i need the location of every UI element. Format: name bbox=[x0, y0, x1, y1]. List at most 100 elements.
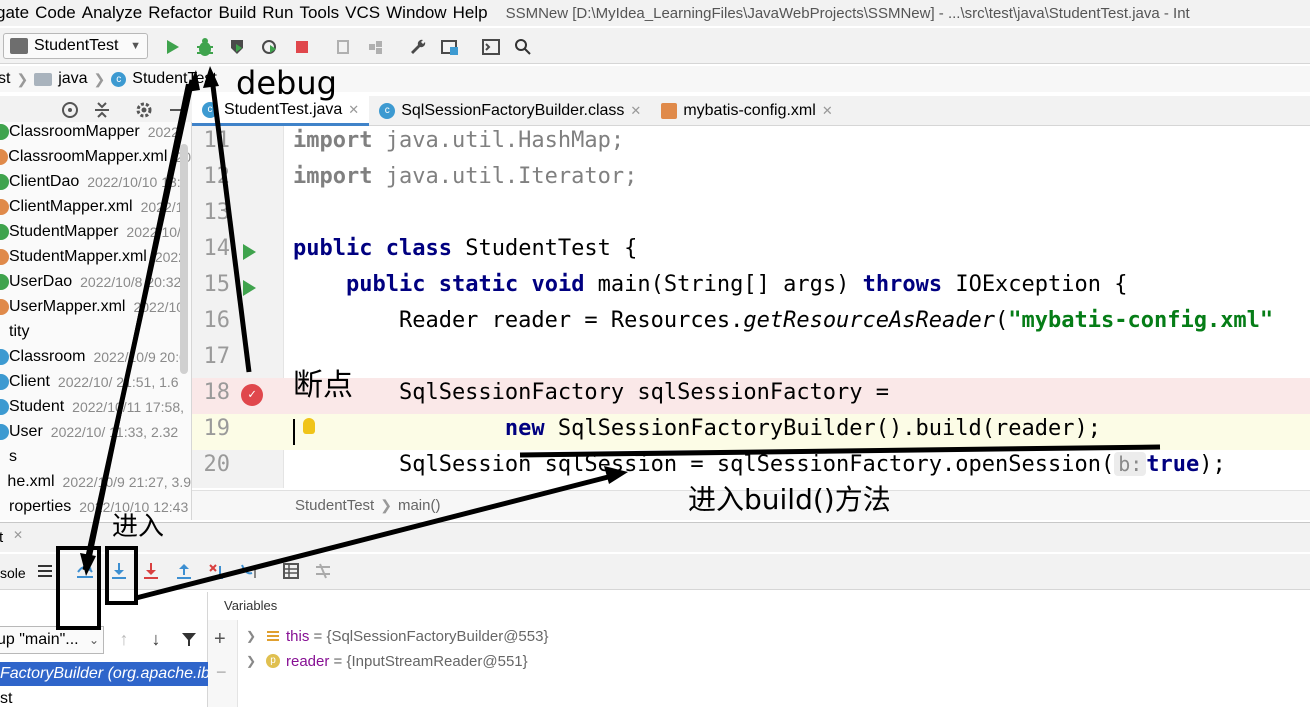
code-editor[interactable]: 11 import java.util.HashMap; 12 import j… bbox=[192, 126, 1310, 488]
arrow-down-icon[interactable]: ↓ bbox=[145, 628, 167, 650]
stop-icon[interactable] bbox=[292, 37, 312, 57]
menu-tools[interactable]: Tools bbox=[295, 3, 345, 23]
code-line[interactable]: 11 import java.util.HashMap; bbox=[192, 126, 1310, 162]
run-icon[interactable] bbox=[163, 37, 183, 57]
tree-item[interactable]: StudentMapper.xml 2022 bbox=[0, 244, 191, 269]
frame-row[interactable]: FactoryBuilder (org.apache.ib bbox=[0, 662, 208, 686]
menu-build[interactable]: Build bbox=[214, 3, 262, 23]
expand-arrow-icon[interactable]: ❯ bbox=[246, 629, 266, 643]
tree-item[interactable]: ClassroomMapper.xml20 bbox=[0, 144, 191, 169]
tree-item-name: Classroom bbox=[9, 347, 86, 365]
step-into-icon[interactable] bbox=[108, 560, 130, 582]
code-token: java.util.HashMap; bbox=[372, 128, 625, 153]
close-icon[interactable]: ✕ bbox=[630, 103, 641, 119]
tree-item[interactable]: ClientMapper.xml 2022/1 bbox=[0, 194, 191, 219]
run-config-select[interactable]: StudentTest ▼ bbox=[3, 33, 148, 59]
tree-item[interactable]: s bbox=[0, 444, 191, 469]
editor-crumb-class[interactable]: StudentTest bbox=[295, 497, 374, 514]
tree-item[interactable]: User 2022/10/ 11:33, 2.32 bbox=[0, 419, 191, 444]
tree-item[interactable]: he.xml 2022/10/9 21:27, 3.9 bbox=[0, 469, 191, 494]
step-over-icon[interactable] bbox=[74, 560, 96, 582]
terminal-icon[interactable] bbox=[481, 37, 501, 57]
menu-analyze[interactable]: Analyze bbox=[78, 3, 148, 23]
chevron-right-icon: ❯ bbox=[16, 70, 29, 87]
force-step-into-icon[interactable] bbox=[140, 560, 162, 582]
trace-stream-icon[interactable] bbox=[312, 560, 334, 582]
menu-navigate[interactable]: gate bbox=[0, 3, 35, 23]
thread-select[interactable]: up "main"... ⌄ bbox=[0, 626, 104, 654]
tree-item[interactable]: tity bbox=[0, 319, 191, 344]
tree-item[interactable]: ClassroomMapper 2022/ bbox=[0, 122, 191, 144]
code-line[interactable]: 13 bbox=[192, 198, 1310, 234]
project-structure-icon[interactable] bbox=[440, 37, 460, 57]
minimize-icon[interactable] bbox=[166, 100, 186, 120]
arrow-up-icon[interactable]: ↑ bbox=[113, 628, 135, 650]
menu-help[interactable]: Help bbox=[449, 3, 494, 23]
settings-wrench-icon[interactable] bbox=[408, 37, 428, 57]
run-gutter-icon[interactable] bbox=[243, 280, 256, 296]
variable-row[interactable]: ❯ this = {SqlSessionFactoryBuilder@553} bbox=[246, 625, 548, 647]
locate-icon[interactable] bbox=[60, 100, 80, 120]
breadcrumb-item-test[interactable]: st bbox=[0, 70, 10, 88]
plus-icon[interactable]: + bbox=[214, 628, 226, 651]
menu-lines-icon[interactable] bbox=[34, 560, 56, 582]
build-icon[interactable] bbox=[334, 37, 354, 57]
tree-item[interactable]: StudentMapper 2022/10/ bbox=[0, 219, 191, 244]
step-out-icon[interactable] bbox=[173, 560, 195, 582]
variable-row[interactable]: ❯ p reader = {InputStreamReader@551} bbox=[246, 650, 528, 672]
code-line-current[interactable]: 19 new SqlSessionFactoryBuilder().build(… bbox=[192, 414, 1310, 450]
console-tab-label[interactable]: sole bbox=[0, 565, 26, 581]
tree-item[interactable]: UserMapper.xml 2022/10 bbox=[0, 294, 191, 319]
drop-frame-icon[interactable] bbox=[205, 560, 227, 582]
code-token: class bbox=[385, 236, 452, 261]
debug-tab-label[interactable]: t bbox=[0, 529, 3, 546]
code-line[interactable]: 14 public class StudentTest { bbox=[192, 234, 1310, 270]
close-icon[interactable]: ✕ bbox=[822, 103, 833, 119]
line-number: 19 bbox=[203, 416, 231, 441]
tree-scrollbar[interactable] bbox=[180, 144, 188, 374]
breadcrumb-item-studenttest[interactable]: StudentTest bbox=[132, 70, 217, 88]
tab-sqlsessionfactorybuilder-class[interactable]: c SqlSessionFactoryBuilder.class ✕ bbox=[369, 96, 651, 126]
collapse-all-icon[interactable] bbox=[92, 100, 112, 120]
code-line-breakpoint[interactable]: 18 ✓ SqlSessionFactory sqlSessionFactory… bbox=[192, 378, 1310, 414]
run-gutter-icon[interactable] bbox=[243, 244, 256, 260]
tree-item[interactable]: Client 2022/10/ 21:51, 1.6 bbox=[0, 369, 191, 394]
gear-icon[interactable] bbox=[134, 100, 154, 120]
menu-run[interactable]: Run bbox=[258, 3, 299, 23]
coverage-icon[interactable] bbox=[227, 37, 247, 57]
breadcrumb: st ❯ java ❯ c StudentTest bbox=[0, 66, 1310, 92]
editor-crumb-method[interactable]: main() bbox=[398, 497, 441, 514]
deploy-icon[interactable] bbox=[366, 37, 386, 57]
tree-item[interactable]: UserDao 2022/10/8 20:32, bbox=[0, 269, 191, 294]
close-icon[interactable]: ✕ bbox=[348, 102, 359, 118]
folder-icon bbox=[34, 72, 53, 86]
search-icon[interactable] bbox=[513, 37, 533, 57]
minus-icon[interactable]: − bbox=[216, 662, 227, 683]
tree-item[interactable]: ClientDao 2022/10/10 13:4 bbox=[0, 169, 191, 194]
tree-item[interactable]: Classroom 2022/10/9 20:0 bbox=[0, 344, 191, 369]
debug-icon[interactable] bbox=[195, 37, 215, 57]
tab-mybatis-config-xml[interactable]: mybatis-config.xml ✕ bbox=[651, 96, 842, 126]
evaluate-expression-icon[interactable] bbox=[280, 560, 302, 582]
breakpoint-icon[interactable]: ✓ bbox=[241, 384, 263, 406]
tree-item-name: StudentMapper bbox=[9, 222, 119, 240]
code-line[interactable]: 17 bbox=[192, 342, 1310, 378]
parameter-hint: b: bbox=[1114, 452, 1147, 476]
code-token: ( bbox=[995, 308, 1009, 333]
code-line[interactable]: 12 import java.util.Iterator; bbox=[192, 162, 1310, 198]
frame-row[interactable]: st bbox=[0, 687, 208, 707]
filter-icon[interactable] bbox=[178, 628, 200, 650]
run-to-cursor-icon[interactable] bbox=[238, 560, 260, 582]
menu-code[interactable]: Code bbox=[31, 3, 82, 23]
code-line[interactable]: 16 Reader reader = Resources.getResource… bbox=[192, 306, 1310, 342]
menu-refactor[interactable]: Refactor bbox=[144, 3, 218, 23]
code-line[interactable]: 15 public static void main(String[] args… bbox=[192, 270, 1310, 306]
profile-icon[interactable] bbox=[260, 37, 280, 57]
tree-item[interactable]: Student 2022/10/11 17:58, bbox=[0, 394, 191, 419]
menu-vcs[interactable]: VCS bbox=[341, 3, 386, 23]
breadcrumb-item-java[interactable]: java bbox=[58, 70, 87, 88]
menu-window[interactable]: Window bbox=[382, 3, 452, 23]
close-icon[interactable]: ✕ bbox=[13, 528, 23, 542]
expand-arrow-icon[interactable]: ❯ bbox=[246, 654, 266, 668]
